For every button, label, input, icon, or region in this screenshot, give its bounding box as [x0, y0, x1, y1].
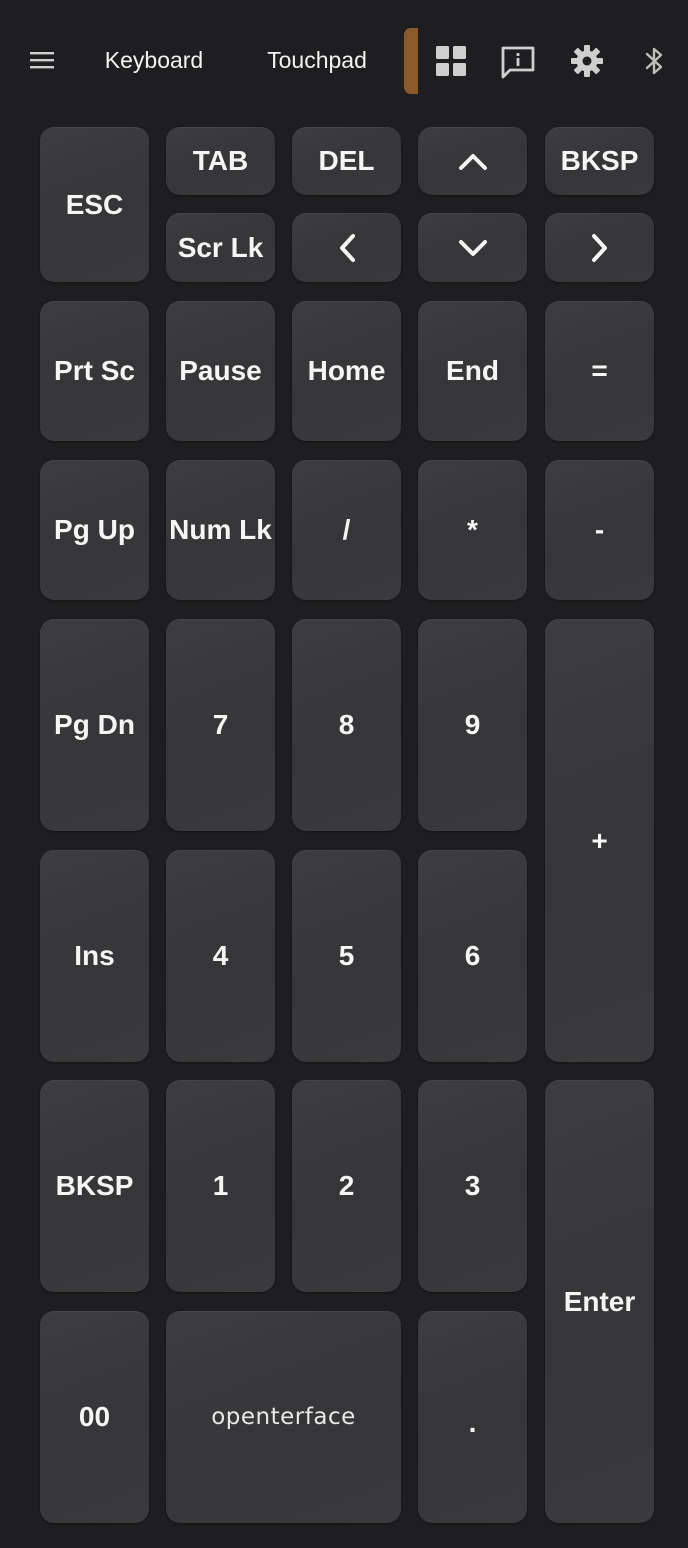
key-slash-label: / [342, 514, 351, 545]
key-esc[interactable]: ESC [40, 127, 149, 282]
key-print-screen-label: Prt Sc [54, 355, 135, 386]
key-9-label: 9 [464, 709, 481, 740]
key-2[interactable]: 2 [292, 1080, 401, 1292]
openterface-logo: openterface [211, 1404, 356, 1430]
chevron-right-icon [590, 233, 610, 263]
key-4-label: 4 [212, 940, 229, 971]
key-6-label: 6 [464, 940, 481, 971]
key-7[interactable]: 7 [166, 619, 275, 831]
key-arrow-up[interactable] [418, 127, 527, 195]
key-page-down[interactable]: Pg Dn [40, 619, 149, 831]
key-tab[interactable]: TAB [166, 127, 275, 195]
key-home[interactable]: Home [292, 301, 401, 441]
key-tab-label: TAB [192, 145, 249, 176]
key-page-up-label: Pg Up [54, 514, 135, 545]
key-page-down-label: Pg Dn [54, 709, 135, 740]
key-1[interactable]: 1 [166, 1080, 275, 1292]
key-plus[interactable]: + [545, 619, 654, 1062]
key-8-label: 8 [338, 709, 355, 740]
key-esc-label: ESC [65, 188, 124, 220]
key-num-lock[interactable]: Num Lk [166, 460, 275, 600]
key-8[interactable]: 8 [292, 619, 401, 831]
key-equals[interactable]: = [545, 301, 654, 441]
key-3-label: 3 [464, 1170, 481, 1201]
key-5-label: 5 [338, 940, 355, 971]
key-space-openterface[interactable]: openterface [166, 1311, 401, 1523]
key-6[interactable]: 6 [418, 850, 527, 1062]
key-scroll-lock-label: Scr Lk [177, 231, 264, 263]
key-pause-label: Pause [179, 355, 262, 386]
key-minus-label: - [594, 514, 605, 545]
key-enter-label: Enter [563, 1285, 636, 1317]
key-backspace-bottom[interactable]: BKSP [40, 1080, 149, 1292]
key-insert-label: Ins [74, 940, 115, 971]
key-arrow-down[interactable] [418, 213, 527, 282]
chevron-down-icon [458, 238, 488, 258]
key-backspace-top[interactable]: BKSP [545, 127, 654, 195]
key-9[interactable]: 9 [418, 619, 527, 831]
key-asterisk-label: * [467, 514, 478, 545]
key-asterisk[interactable]: * [418, 460, 527, 600]
key-2-label: 2 [338, 1170, 355, 1201]
key-3[interactable]: 3 [418, 1080, 527, 1292]
key-decimal-label: . [468, 1407, 477, 1438]
key-decimal[interactable]: . [418, 1311, 527, 1523]
key-scroll-lock[interactable]: Scr Lk [166, 213, 275, 282]
key-1-label: 1 [212, 1170, 229, 1201]
key-equals-label: = [591, 355, 608, 386]
key-arrow-right[interactable] [545, 213, 654, 282]
key-delete-label: DEL [318, 145, 375, 176]
key-backspace-top-label: BKSP [560, 145, 639, 176]
key-arrow-left[interactable] [292, 213, 401, 282]
key-end-label: End [446, 355, 499, 386]
key-print-screen[interactable]: Prt Sc [40, 301, 149, 441]
key-double-zero[interactable]: 00 [40, 1311, 149, 1523]
chevron-left-icon [337, 233, 357, 263]
key-insert[interactable]: Ins [40, 850, 149, 1062]
key-double-zero-label: 00 [78, 1401, 111, 1432]
keypad: ESC TAB DEL BKSP Scr Lk Prt Sc Pause Hom… [0, 0, 688, 1548]
key-page-up[interactable]: Pg Up [40, 460, 149, 600]
key-delete[interactable]: DEL [292, 127, 401, 195]
key-num-lock-label: Num Lk [169, 514, 272, 545]
chevron-up-icon [458, 151, 488, 171]
key-4[interactable]: 4 [166, 850, 275, 1062]
key-7-label: 7 [212, 709, 229, 740]
key-pause[interactable]: Pause [166, 301, 275, 441]
key-end[interactable]: End [418, 301, 527, 441]
key-slash[interactable]: / [292, 460, 401, 600]
key-enter[interactable]: Enter [545, 1080, 654, 1523]
key-home-label: Home [307, 355, 386, 386]
key-plus-label: + [591, 824, 608, 856]
key-minus[interactable]: - [545, 460, 654, 600]
key-5[interactable]: 5 [292, 850, 401, 1062]
key-backspace-bottom-label: BKSP [55, 1170, 134, 1201]
